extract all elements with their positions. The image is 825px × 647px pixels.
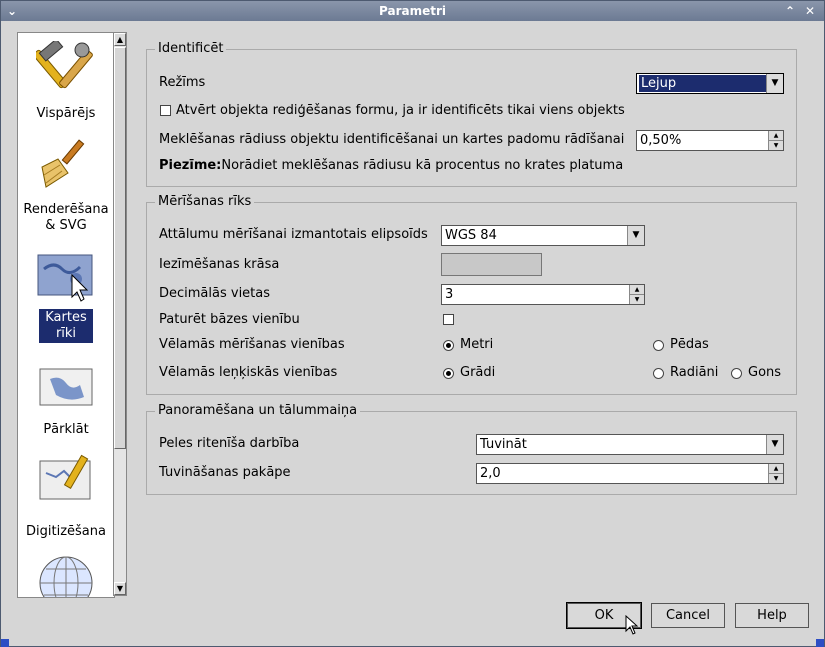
ellipsoid-label: Attālumu mērīšanai izmantotais elipsoīds [159, 227, 428, 242]
angle-label: Vēlamās leņķiskās vienības [159, 365, 338, 380]
decimals-spinbox[interactable]: 3 ▲ ▼ [441, 284, 645, 305]
window-menu-icon[interactable]: ⌄ [4, 3, 20, 19]
keep-base-checkbox[interactable] [443, 314, 454, 325]
chevron-down-icon[interactable]: ▼ [766, 74, 783, 93]
note-body: Norādiet meklēšanas rādiusu kā procentus… [221, 158, 624, 173]
scroll-thumb[interactable] [114, 47, 126, 449]
close-icon[interactable]: ✕ [802, 3, 818, 19]
group-title: Panoramēšana un tālummaiņa [155, 403, 361, 419]
sidebar-scrollbar[interactable]: ▲ ▼ [113, 32, 127, 596]
open-form-checkbox[interactable] [160, 105, 171, 116]
zoom-factor-label: Tuvināšanas pakāpe [159, 465, 291, 480]
pan-zoom-group: Panoramēšana un tālummaiņa Peles ritenīš… [146, 403, 797, 495]
group-title: Mērīšanas rīks [155, 194, 255, 210]
help-button[interactable]: Help [735, 603, 809, 628]
radians-radio[interactable] [653, 368, 664, 379]
scroll-down-icon[interactable]: ▼ [114, 582, 126, 595]
sidebar-item-label: Pārklāt [43, 422, 89, 437]
window-title: Parametri [379, 4, 446, 18]
mouse-cursor-icon [625, 615, 639, 635]
title-bar[interactable]: ⌄ Parametri ⌃ ✕ [1, 1, 824, 21]
open-form-label: Atvērt objekta rediģēšanas formu, ja ir … [176, 103, 625, 118]
resize-grip-left[interactable] [1, 639, 9, 647]
zoom-factor-spinbox[interactable]: 2,0 ▲ ▼ [476, 463, 784, 484]
sidebar-item-label: Kartes rīki [39, 309, 93, 343]
sidebar-item-label: Vispārējs [36, 106, 96, 121]
spin-up-icon[interactable]: ▲ [630, 285, 644, 295]
ellipsoid-combo[interactable]: WGS 84 ▼ [441, 225, 645, 246]
identify-group: Identificēt Režīms Lejup ▼ Atvērt objekt… [146, 41, 797, 187]
spin-down-icon[interactable]: ▼ [769, 141, 783, 150]
chevron-down-icon[interactable]: ▼ [766, 435, 783, 454]
mode-combo[interactable]: Lejup ▼ [636, 73, 784, 94]
decimals-value: 3 [445, 287, 454, 302]
sidebar-item-label: Digitizēšana [26, 524, 106, 539]
feet-radio[interactable] [653, 340, 664, 351]
mode-label: Režīms [159, 75, 206, 90]
wheel-value: Tuvināt [480, 437, 527, 452]
spin-up-icon[interactable]: ▲ [769, 131, 783, 141]
degrees-label: Grādi [460, 365, 496, 380]
degrees-radio[interactable] [443, 368, 454, 379]
units-label: Vēlamās mērīšanas vienības [159, 337, 345, 352]
digitize-pencil-icon [39, 454, 91, 500]
group-title: Identificēt [155, 41, 227, 57]
map-cursor-icon [37, 254, 93, 302]
spin-up-icon[interactable]: ▲ [769, 464, 783, 474]
wheel-label: Peles ritenīša darbība [159, 436, 300, 451]
restore-icon[interactable]: ⌃ [782, 3, 798, 19]
meters-radio[interactable] [443, 340, 454, 351]
radius-spinbox[interactable]: 0,50% ▲ ▼ [636, 130, 784, 151]
resize-grip-right[interactable] [816, 639, 824, 647]
measure-group: Mērīšanas rīks Attālumu mērīšanai izmant… [146, 194, 797, 395]
preferences-window: ⌄ Parametri ⌃ ✕ Vispārējs Renderēšana & … [0, 0, 825, 647]
mode-value: Lejup [638, 74, 769, 93]
meters-label: Metri [460, 337, 494, 352]
tools-icon [36, 41, 93, 89]
decimals-label: Decimālās vietas [159, 286, 271, 301]
note-bold: Piezīme: [159, 158, 222, 173]
note-text: Piezīme:Norādiet meklēšanas rādiusu kā p… [159, 157, 623, 175]
color-label: Iezīmēšanas krāsa [159, 257, 280, 272]
spin-down-icon[interactable]: ▼ [630, 295, 644, 304]
wheel-action-combo[interactable]: Tuvināt ▼ [476, 434, 784, 455]
spin-down-icon[interactable]: ▼ [769, 474, 783, 483]
feet-label: Pēdas [670, 337, 709, 352]
gon-radio[interactable] [731, 368, 742, 379]
overlay-map-icon [39, 368, 93, 406]
radius-value: 0,50% [640, 133, 682, 148]
cancel-button[interactable]: Cancel [651, 603, 725, 628]
chevron-down-icon[interactable]: ▼ [627, 226, 644, 245]
ellipsoid-value: WGS 84 [445, 228, 497, 243]
radians-label: Radiāni [670, 365, 719, 380]
zoom-factor-value: 2,0 [480, 466, 501, 481]
gon-label: Gons [748, 365, 782, 380]
radius-label: Meklēšanas rādiuss objektu identificēšan… [159, 132, 625, 147]
scroll-up-icon[interactable]: ▲ [114, 33, 126, 46]
sidebar-item-label: Renderēšana & SVG [23, 202, 109, 233]
rubberband-color-button[interactable] [441, 253, 542, 276]
keep-base-label: Paturēt bāzes vienību [159, 312, 300, 327]
paintbrush-icon [41, 139, 85, 188]
category-list[interactable]: Vispārējs Renderēšana & SVG Kartes rīki [17, 32, 115, 598]
globe-icon [39, 556, 93, 597]
